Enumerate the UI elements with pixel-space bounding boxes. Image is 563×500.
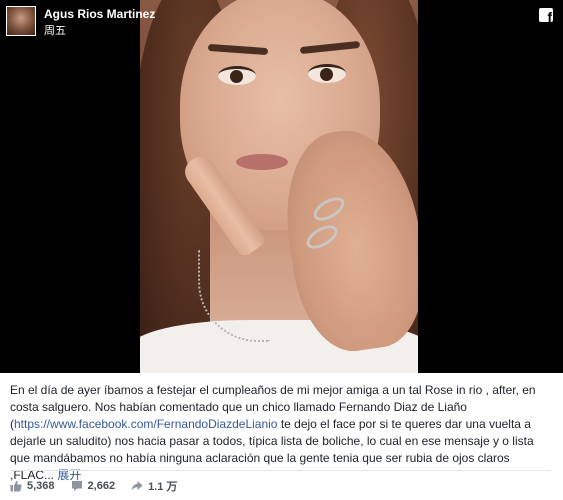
post-caption: En el día de ayer íbamos a festejar el c…: [10, 382, 548, 484]
comment-icon: [71, 481, 82, 491]
like-count: 5,368: [27, 480, 55, 492]
photo-eye-right: [308, 64, 346, 83]
post-timestamp[interactable]: 周五: [44, 22, 66, 38]
profile-link[interactable]: https://www.facebook.com/FernandoDiazdeL…: [14, 417, 277, 431]
comment-stat[interactable]: 2,662: [71, 480, 116, 492]
post-photo[interactable]: [140, 0, 418, 373]
engagement-stats: 5,368 2,662 1.1 万: [10, 478, 193, 494]
facebook-icon[interactable]: f: [539, 8, 553, 22]
stats-divider: [10, 470, 551, 471]
photo-mouth: [236, 154, 288, 170]
avatar[interactable]: [6, 6, 36, 36]
post-header: Agus Rios Martinez 周五 f: [0, 0, 563, 40]
post-media[interactable]: Agus Rios Martinez 周五 f: [0, 0, 563, 373]
thumbs-up-icon: [10, 480, 22, 492]
author-name[interactable]: Agus Rios Martinez: [44, 7, 155, 21]
share-stat[interactable]: 1.1 万: [131, 478, 177, 494]
like-stat[interactable]: 5,368: [10, 480, 55, 492]
share-icon: [131, 481, 143, 491]
share-count: 1.1 万: [148, 481, 178, 493]
photo-eye-left: [218, 66, 256, 85]
comment-count: 2,662: [87, 480, 116, 492]
